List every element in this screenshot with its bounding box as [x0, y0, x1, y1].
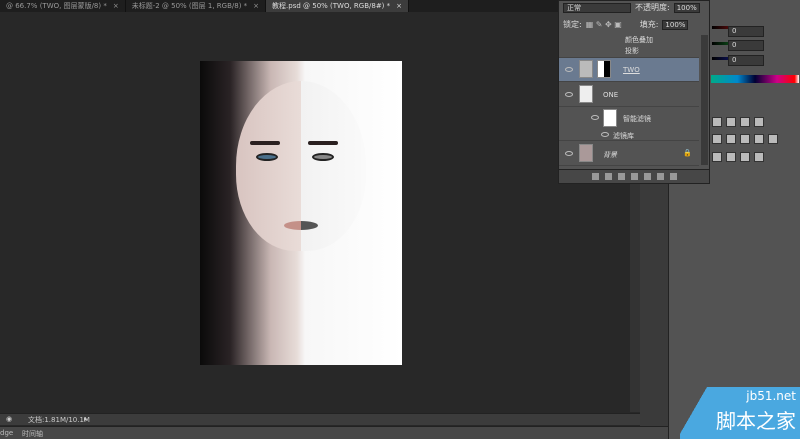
layer-background[interactable]: 背景 🔒: [559, 142, 699, 166]
adjustment-icons-row3: [712, 152, 764, 162]
hue-icon[interactable]: [712, 134, 722, 144]
document-tabs: @ 66.7% (TWO, 图层蒙版/8) * × 未标题-2 @ 50% (图层…: [0, 0, 560, 12]
doc-size: 文档:1.81M/10.1M: [28, 416, 90, 424]
eye: [312, 153, 334, 161]
layers-footer: [559, 169, 709, 183]
face-image: [236, 81, 366, 251]
layers-panel: 正常 不透明度: 100% 锁定: ▦ ✎ ✥ ▣ 填充: 100% 颜色叠加 …: [558, 0, 710, 184]
eye-icon[interactable]: [565, 151, 573, 156]
blend-mode-select[interactable]: 正常: [563, 2, 631, 13]
color-spectrum[interactable]: [711, 75, 799, 83]
photo-filter-icon[interactable]: [754, 134, 764, 144]
invert-icon[interactable]: [712, 152, 722, 162]
brow: [250, 141, 280, 145]
fill-input[interactable]: 100%: [662, 19, 689, 30]
eye: [256, 153, 278, 161]
zoom-icon[interactable]: ◉: [6, 415, 12, 423]
lock-icon: 🔒: [683, 149, 692, 157]
layers-scrollbar[interactable]: [701, 35, 708, 165]
posterize-icon[interactable]: [726, 152, 736, 162]
close-icon[interactable]: ×: [396, 2, 402, 10]
eye-icon[interactable]: [601, 132, 609, 137]
fx-icon[interactable]: [604, 173, 612, 180]
folder-icon[interactable]: [643, 173, 651, 180]
red-value[interactable]: 0: [728, 26, 764, 37]
gradient-map-icon[interactable]: [754, 152, 764, 162]
threshold-icon[interactable]: [740, 152, 750, 162]
layer-effect-color-overlay[interactable]: 颜色叠加: [559, 35, 699, 46]
adjustment-icon[interactable]: [630, 173, 638, 180]
curves-icon[interactable]: [726, 117, 736, 127]
status-bar: ◉ 文档:1.81M/10.1M ▸: [0, 413, 640, 425]
eye-icon[interactable]: [565, 92, 573, 97]
layer-one[interactable]: ONE: [559, 83, 699, 107]
brow: [308, 141, 338, 145]
layer-thumbnail: [579, 144, 593, 162]
gradient-icon[interactable]: [754, 117, 764, 127]
close-icon[interactable]: ×: [113, 2, 119, 10]
opacity-input[interactable]: 100%: [673, 2, 700, 13]
lips: [284, 221, 318, 230]
filter-mask-thumbnail: [603, 109, 617, 127]
close-icon[interactable]: ×: [253, 2, 259, 10]
smart-filters[interactable]: 智能滤镜: [559, 107, 699, 129]
tab-timeline[interactable]: 时间轴: [22, 429, 43, 439]
link-icon[interactable]: [591, 173, 599, 180]
new-layer-icon[interactable]: [656, 173, 664, 180]
mask-thumbnail[interactable]: [597, 60, 611, 78]
eye-icon[interactable]: [591, 115, 599, 120]
bottom-panel-tabs: dge 时间轴: [0, 426, 668, 439]
document-image[interactable]: [200, 61, 402, 365]
trash-icon[interactable]: [669, 173, 677, 180]
layer-effect-drop-shadow[interactable]: 投影: [559, 46, 699, 58]
green-value[interactable]: 0: [728, 40, 764, 51]
levels-icon[interactable]: [712, 117, 722, 127]
smart-object-thumbnail: [579, 85, 593, 103]
mask-icon[interactable]: [617, 173, 625, 180]
layer-two[interactable]: TWO: [559, 58, 699, 82]
adjustment-icons-row2: [712, 134, 778, 144]
tab-doc-1[interactable]: @ 66.7% (TWO, 图层蒙版/8) * ×: [0, 0, 126, 12]
mixer-icon[interactable]: [768, 134, 778, 144]
watermark-logo: jb51.net 脚本之家: [680, 387, 800, 439]
balance-icon[interactable]: [726, 134, 736, 144]
filter-gallery[interactable]: 滤镜库: [559, 129, 699, 141]
tab-doc-2[interactable]: 未标题-2 @ 50% (图层 1, RGB/8) * ×: [126, 0, 267, 12]
exposure-icon[interactable]: [740, 117, 750, 127]
lock-icons[interactable]: ▦ ✎ ✥ ▣: [586, 20, 636, 29]
adjustment-icons-row1: [712, 117, 764, 127]
layer-thumbnail: [579, 60, 593, 78]
blue-value[interactable]: 0: [728, 55, 764, 66]
eye-icon[interactable]: [565, 67, 573, 72]
tab-bridge[interactable]: dge: [0, 429, 13, 437]
status-menu-arrow[interactable]: ▸: [84, 415, 88, 423]
tab-doc-3[interactable]: 教程.psd @ 50% (TWO, RGB/8#) * ×: [266, 0, 410, 12]
bw-icon[interactable]: [740, 134, 750, 144]
